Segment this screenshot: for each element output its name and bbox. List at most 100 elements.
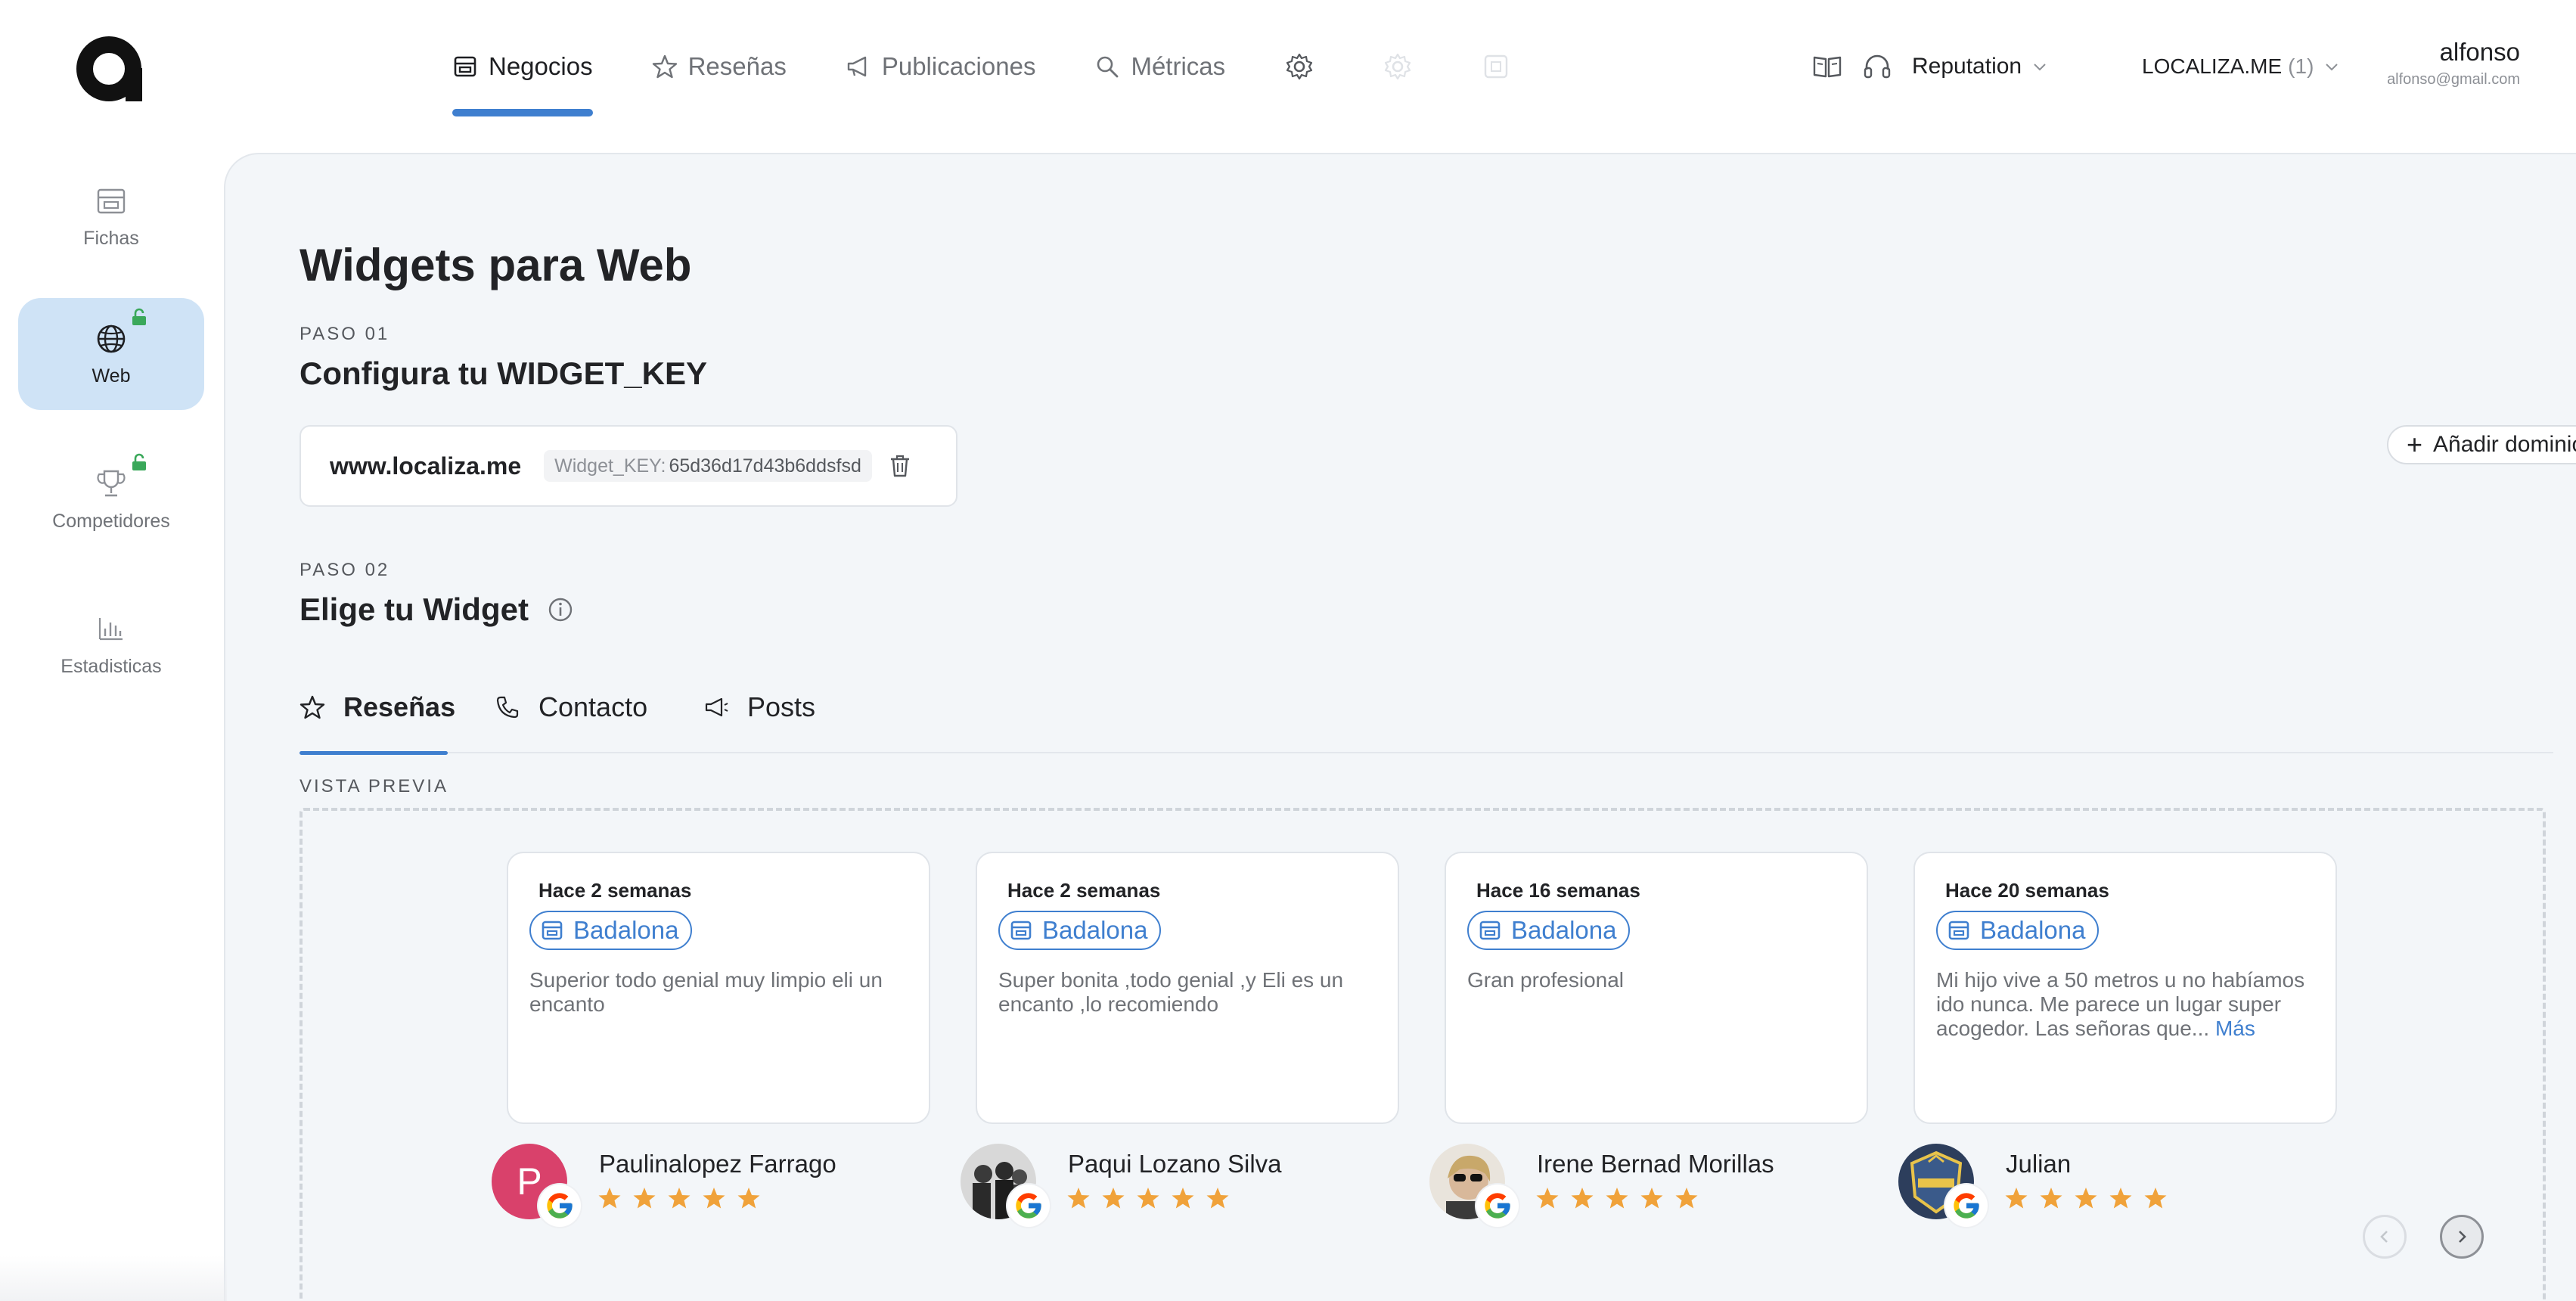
sidebar-item-label: Web	[92, 365, 131, 387]
review-author: Julian	[1898, 1144, 2352, 1227]
plus-icon: +	[2407, 429, 2423, 460]
phone-icon	[495, 694, 520, 720]
review-text: Gran profesional	[1467, 968, 1845, 992]
nav-metricas[interactable]: Métricas	[1094, 45, 1225, 88]
location-chip[interactable]: Badalona	[529, 911, 693, 950]
location-label: Badalona	[1980, 916, 2086, 944]
step2-title: Elige tu Widget	[299, 592, 529, 627]
user-menu[interactable]: alfonso alfonso@gmail.com	[2387, 38, 2520, 88]
store-icon	[1478, 918, 1502, 942]
search-icon	[1094, 54, 1120, 79]
tab-contacto[interactable]: Contacto	[495, 678, 647, 753]
star-icon	[702, 1186, 726, 1210]
tab-posts[interactable]: Posts	[703, 678, 815, 753]
location-chip[interactable]: Badalona	[1467, 911, 1631, 950]
review-text: Super bonita ,todo genial ,y Eli es un e…	[998, 968, 1376, 1017]
main-nav: Negocios Reseñas Publicaciones Métricas	[452, 45, 1579, 118]
star-icon	[2074, 1186, 2098, 1210]
star-outline-icon	[652, 54, 678, 79]
store-icon	[1947, 918, 1971, 942]
tab-label: Posts	[747, 691, 816, 722]
carousel-prev-button[interactable]	[2363, 1215, 2407, 1259]
star-icon	[597, 1186, 622, 1210]
review-author: P Paulinalopez Farrago	[492, 1144, 945, 1227]
more-link[interactable]: Más	[2215, 1017, 2255, 1040]
trophy-icon	[94, 453, 146, 501]
gear-icon[interactable]	[1284, 45, 1314, 88]
preview-area: Hace 2 semanas Badalona Superior todo ge…	[299, 808, 2546, 1301]
star-icon	[1674, 1186, 1699, 1210]
google-icon	[1007, 1185, 1050, 1227]
trash-icon[interactable]	[887, 453, 913, 479]
chevron-down-icon	[2034, 64, 2046, 71]
review-date: Hace 16 semanas	[1476, 879, 1640, 902]
review-date: Hace 20 semanas	[1945, 879, 2109, 902]
chevron-down-icon	[2326, 64, 2339, 71]
chevron-left-icon	[2380, 1231, 2388, 1243]
star-icon	[1535, 1186, 1560, 1210]
review-card: Hace 20 semanas Badalona Mi hijo vive a …	[1913, 852, 2337, 1124]
domain-name: www.localiza.me	[330, 452, 522, 480]
info-icon[interactable]	[547, 596, 574, 623]
step2-title-row: Elige tu Widget	[299, 592, 574, 628]
globe-icon	[94, 308, 146, 356]
product-label: Reputation	[1912, 54, 2022, 79]
review-card: Hace 16 semanas Badalona Gran profesiona…	[1445, 852, 1868, 1124]
star-icon	[1206, 1186, 1230, 1210]
review-text: Mi hijo vive a 50 metros u no habíamos i…	[1936, 968, 2314, 1041]
star-icon	[1640, 1186, 1664, 1210]
star-icon	[2109, 1186, 2133, 1210]
google-icon	[1945, 1185, 1988, 1227]
star-icon	[632, 1186, 656, 1210]
location-chip[interactable]: Badalona	[1936, 911, 2100, 950]
google-icon	[1476, 1185, 1519, 1227]
nav-label: Publicaciones	[881, 52, 1036, 80]
nav-resenas[interactable]: Reseñas	[652, 45, 787, 88]
location-chip[interactable]: Badalona	[998, 911, 1162, 950]
megaphone-icon	[703, 694, 729, 720]
sidebar-item-competidores[interactable]: Competidores	[18, 443, 204, 555]
headset-icon[interactable]	[1862, 51, 1892, 82]
author-name: Julian	[2006, 1150, 2072, 1178]
sidebar-item-label: Competidores	[52, 510, 170, 532]
sidebar-item-label: Estadisticas	[61, 655, 162, 677]
carousel-next-button[interactable]	[2440, 1215, 2484, 1259]
widget-key-chip[interactable]: Widget_KEY: 65d36d17d43b6ddsfsd	[544, 450, 872, 482]
gear-faded-icon[interactable]	[1383, 45, 1413, 88]
sidebar-item-fichas[interactable]: Fichas	[18, 160, 204, 272]
review-text-body: Superior todo genial muy limpio eli un e…	[529, 968, 883, 1016]
book-open-icon[interactable]	[1812, 51, 1842, 82]
avatar-letter: P	[517, 1160, 542, 1203]
tab-resenas[interactable]: Reseñas	[299, 678, 455, 755]
nav-negocios[interactable]: Negocios	[452, 45, 593, 116]
author-name: Paulinalopez Farrago	[599, 1150, 836, 1178]
star-icon	[1101, 1186, 1125, 1210]
nav-publicaciones[interactable]: Publicaciones	[846, 45, 1036, 88]
star-icon	[2039, 1186, 2063, 1210]
step2-label: PASO 02	[299, 560, 390, 580]
sidebar-item-estadisticas[interactable]: Estadisticas	[18, 588, 204, 700]
storefront-icon	[94, 184, 129, 219]
square-faded-icon[interactable]	[1481, 45, 1511, 88]
star-icon	[1171, 1186, 1195, 1210]
store-icon	[1009, 918, 1033, 942]
sidebar-item-label: Fichas	[83, 227, 139, 249]
review-card: Hace 2 semanas Badalona Superior todo ge…	[507, 852, 930, 1124]
app-logo-icon[interactable]	[76, 36, 145, 101]
star-icon	[1066, 1186, 1091, 1210]
star-icon	[2143, 1186, 2168, 1210]
location-label: Badalona	[1511, 916, 1617, 944]
review-date: Hace 2 semanas	[538, 879, 692, 902]
add-domain-label: Añadir dominio	[2433, 432, 2576, 457]
add-domain-button[interactable]: + Añadir dominio	[2387, 425, 2576, 464]
star-icon	[2004, 1186, 2028, 1210]
star-icon	[1136, 1186, 1160, 1210]
rating-stars	[597, 1186, 771, 1210]
author-name: Paqui Lozano Silva	[1068, 1150, 1282, 1178]
product-selector[interactable]: Reputation	[1912, 54, 2047, 79]
rating-stars	[1066, 1186, 1240, 1210]
sidebar-item-web[interactable]: Web	[18, 298, 204, 410]
top-right-tools: Reputation	[1812, 45, 2047, 88]
org-selector[interactable]: LOCALIZA.ME (1)	[2142, 45, 2339, 88]
star-icon	[1605, 1186, 1629, 1210]
